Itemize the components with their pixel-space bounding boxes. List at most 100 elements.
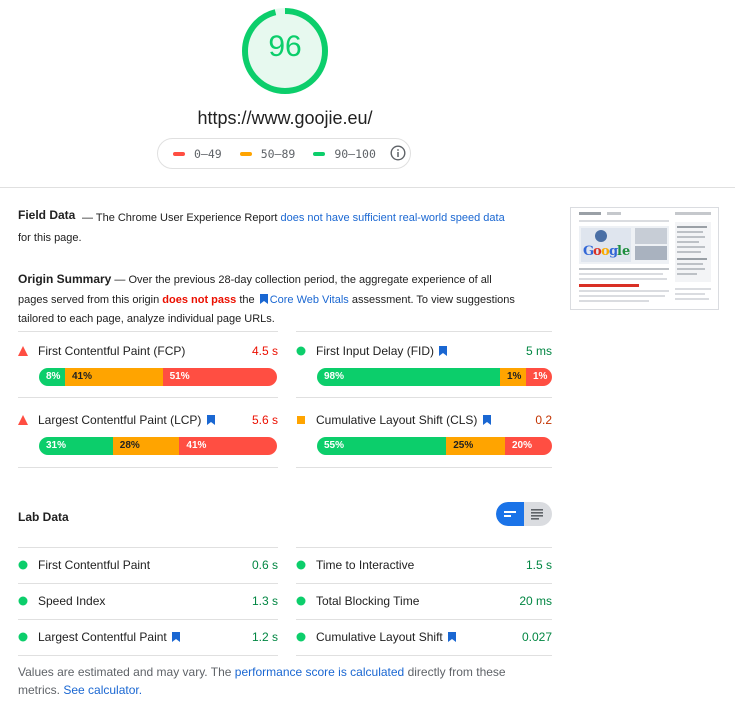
metric-name: Largest Contentful Paint — [38, 630, 167, 644]
see-calculator-link[interactable]: See calculator. — [63, 683, 142, 697]
divider — [296, 619, 552, 620]
lab-metric-tbt: Total Blocking Time 20 ms — [296, 594, 552, 608]
legend-average-label: 50–89 — [260, 146, 296, 161]
divider — [18, 467, 278, 468]
origin-summary-description: Origin Summary — Over the previous 28-da… — [18, 270, 518, 330]
origin-metric-cls: Cumulative Layout Shift (CLS) 0.2 — [296, 413, 552, 427]
distribution-segment-poor: 20% — [505, 437, 552, 455]
view-toggle[interactable] — [496, 502, 552, 526]
fail-triangle-icon — [18, 346, 28, 356]
distribution-segment-good: 8% — [39, 368, 65, 386]
metric-value: 0.6 s — [251, 558, 278, 572]
cls-distribution-bar: 55% 25% 20% — [317, 437, 552, 455]
average-legend-icon — [239, 151, 252, 156]
field-data-text-after: for this page. — [18, 232, 82, 244]
distribution-segment-good: 55% — [317, 437, 447, 455]
divider — [296, 397, 552, 398]
distribution-segment-needs-improvement: 28% — [112, 437, 180, 455]
metric-name: Largest Contentful Paint (LCP) — [38, 413, 202, 427]
screenshot-image: G o o g le — [571, 208, 718, 309]
divider — [18, 583, 278, 584]
metric-value: 1.3 s — [251, 594, 278, 608]
distribution-segment-poor: 51% — [162, 368, 277, 386]
core-web-vitals-link[interactable]: Core Web Vitals — [270, 294, 349, 306]
average-square-icon — [297, 416, 305, 424]
metric-name-wrap: Cumulative Layout Shift (CLS) — [316, 413, 493, 427]
legend-fail: 0–49 — [173, 147, 222, 161]
field-data-title: Field Data — [18, 208, 76, 222]
pass-legend-icon — [313, 151, 326, 156]
field-data-link[interactable]: does not have sufficient real-world spee… — [281, 212, 505, 224]
info-icon[interactable] — [390, 145, 406, 161]
metric-value: 5.6 s — [251, 413, 278, 427]
legend-fail-label: 0–49 — [194, 146, 222, 161]
pass-circle-icon — [18, 560, 28, 570]
distribution-segment-needs-improvement: 25% — [446, 437, 505, 455]
bookmark-icon[interactable] — [439, 346, 448, 356]
score-header: 96 https://www.goojie.eu/ 0–49 50–89 90–… — [0, 0, 735, 188]
score-calculated-link[interactable]: performance score is calculated — [235, 665, 404, 679]
pass-circle-icon — [296, 560, 306, 570]
fcp-distribution-bar: 8% 41% 51% — [39, 368, 277, 386]
metric-name: Cumulative Layout Shift — [316, 630, 443, 644]
lcp-distribution-bar: 31% 28% 41% — [39, 437, 277, 455]
lab-metric-tti: Time to Interactive 1.5 s — [296, 558, 552, 572]
divider — [18, 331, 278, 332]
divider — [18, 397, 278, 398]
pass-circle-icon — [296, 596, 306, 606]
distribution-segment-good: 31% — [39, 437, 113, 455]
footer-text: Values are estimated and may vary. The — [18, 665, 232, 679]
divider — [18, 619, 278, 620]
metric-value: 0.027 — [521, 630, 552, 644]
lab-data-title: Lab Data — [18, 510, 69, 524]
distribution-segment-poor: 1% — [526, 368, 552, 386]
origin-summary-the: the — [239, 293, 255, 306]
metric-name-wrap: Largest Contentful Paint — [38, 630, 182, 644]
expanded-view-icon[interactable] — [530, 508, 544, 520]
origin-metric-lcp: Largest Contentful Paint (LCP) 5.6 s — [18, 413, 278, 427]
footer-note: Values are estimated and may vary. The p… — [18, 663, 528, 699]
fail-legend-icon — [173, 151, 185, 156]
origin-fail-text: does not pass — [162, 293, 237, 306]
distribution-segment-needs-improvement: 1% — [500, 368, 526, 386]
divider — [296, 655, 552, 656]
fid-distribution-bar: 98% 1% 1% — [317, 368, 552, 386]
bookmark-icon[interactable] — [206, 415, 215, 425]
field-data-text: — The Chrome User Experience Report — [82, 212, 278, 224]
metric-value: 5 ms — [525, 344, 552, 358]
divider — [296, 331, 552, 332]
compact-view-icon[interactable] — [503, 508, 517, 520]
fail-triangle-icon — [18, 415, 28, 425]
metric-name: First Contentful Paint (FCP) — [38, 344, 186, 358]
divider — [296, 467, 552, 468]
divider — [18, 655, 278, 656]
bookmark-icon[interactable] — [172, 632, 181, 642]
bookmark-icon[interactable] — [482, 415, 491, 425]
field-data-description: — The Chrome User Experience Report does… — [18, 208, 508, 248]
svg-text:le: le — [617, 244, 630, 259]
page-screenshot-thumbnail: G o o g le — [570, 207, 719, 310]
lab-metric-speed-index: Speed Index 1.3 s — [18, 594, 278, 608]
distribution-segment-good: 98% — [317, 368, 500, 386]
metric-name: First Input Delay (FID) — [316, 344, 435, 358]
metric-name: Total Blocking Time — [316, 594, 420, 608]
pass-circle-icon — [18, 632, 28, 642]
metric-name: Cumulative Layout Shift (CLS) — [316, 413, 478, 427]
distribution-segment-poor: 41% — [179, 437, 277, 455]
metric-name: Time to Interactive — [316, 558, 415, 572]
origin-summary-title: Origin Summary — [18, 272, 112, 286]
bookmark-icon[interactable] — [448, 632, 457, 642]
pass-circle-icon — [296, 346, 306, 356]
pass-circle-icon — [296, 632, 306, 642]
legend-pass-label: 90–100 — [334, 146, 376, 161]
divider — [18, 547, 278, 548]
origin-metric-fid: First Input Delay (FID) 5 ms — [296, 344, 552, 358]
divider — [296, 547, 552, 548]
lab-metric-fcp: First Contentful Paint 0.6 s — [18, 558, 278, 572]
origin-metric-fcp: First Contentful Paint (FCP) 4.5 s — [18, 344, 278, 358]
distribution-segment-needs-improvement: 41% — [65, 368, 163, 386]
lab-metric-lcp: Largest Contentful Paint 1.2 s — [18, 630, 278, 644]
metric-value: 4.5 s — [251, 344, 278, 358]
lab-metric-cls: Cumulative Layout Shift 0.027 — [296, 630, 552, 644]
metric-value: 1.5 s — [525, 558, 552, 572]
